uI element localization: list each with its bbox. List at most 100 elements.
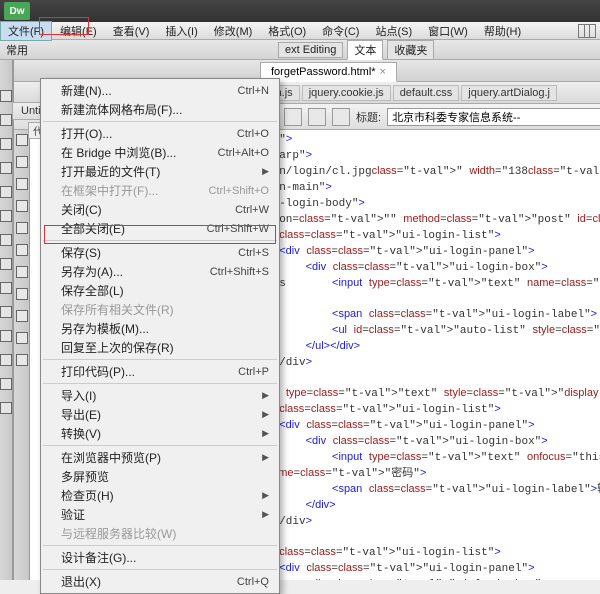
code-rail-icon[interactable] — [16, 332, 28, 344]
menu-item-label: 多屏预览 — [61, 468, 269, 485]
menu-item[interactable]: 导出(E)▶ — [41, 405, 279, 424]
close-icon[interactable]: × — [380, 66, 386, 78]
menu-item[interactable]: 打印代码(P)...Ctrl+P — [41, 362, 279, 381]
menu-item[interactable]: 设计备注(G)... — [41, 548, 279, 567]
menu-insert[interactable]: 插入(I) — [157, 21, 205, 41]
menu-modify[interactable]: 修改(M) — [206, 21, 261, 41]
code-rail-icon[interactable] — [16, 244, 28, 256]
panel-tab-1[interactable]: 文本 — [347, 40, 383, 60]
menu-item-label: 导入(I) — [61, 387, 258, 404]
doc-tab-0[interactable]: forgetPassword.html* × — [260, 62, 397, 82]
menu-item[interactable]: 新建流体网格布局(F)... — [41, 100, 279, 119]
menu-item-label: 保存(S) — [61, 244, 238, 261]
toolbar-btn[interactable] — [332, 108, 350, 126]
menu-window[interactable]: 窗口(W) — [420, 21, 476, 41]
panel-tab-2[interactable]: 收藏夹 — [387, 40, 434, 60]
menu-item-label: 在浏览器中预览(P) — [61, 449, 258, 466]
code-rail-icon[interactable] — [16, 310, 28, 322]
rail-icon[interactable] — [0, 378, 12, 390]
code-rail-icon[interactable] — [16, 200, 28, 212]
rail-icon[interactable] — [0, 186, 12, 198]
rail-icon[interactable] — [0, 282, 12, 294]
toolbar-btn[interactable] — [284, 108, 302, 126]
related-file[interactable]: jquery.artDialog.j — [461, 85, 557, 101]
code-rail-icon[interactable] — [16, 266, 28, 278]
code-rail-icon[interactable] — [16, 222, 28, 234]
layout-switch-icon[interactable] — [578, 24, 596, 38]
menu-item[interactable]: 关闭(C)Ctrl+W — [41, 200, 279, 219]
menu-item[interactable]: 退出(X)Ctrl+Q — [41, 572, 279, 591]
menu-item[interactable]: 检查页(H)▶ — [41, 486, 279, 505]
menu-command[interactable]: 命令(C) — [314, 21, 367, 41]
menu-item: 保存所有相关文件(R) — [41, 300, 279, 319]
rail-icon[interactable] — [0, 210, 12, 222]
menu-item-label: 回复至上次的保存(R) — [61, 339, 269, 356]
code-editor[interactable]: ha"> -warp"> mon/login/cl.jpgclass="t-va… — [260, 130, 600, 580]
menu-item-label: 转换(V) — [61, 425, 258, 442]
menu-item[interactable]: 打开最近的文件(T)▶ — [41, 162, 279, 181]
rail-icon[interactable] — [0, 402, 12, 414]
insert-bar-label[interactable]: 常用 — [6, 42, 28, 58]
code-rail-icon[interactable] — [16, 354, 28, 366]
menu-item[interactable]: 在浏览器中预览(P) ▶ — [41, 448, 279, 467]
submenu-arrow-icon: ▶ — [262, 390, 269, 401]
title-label: 标题: — [356, 109, 381, 125]
related-file[interactable]: jquery.cookie.js — [302, 85, 391, 101]
menu-separator — [43, 545, 277, 546]
toolbar-btn[interactable] — [308, 108, 326, 126]
menu-item[interactable]: 另存为(A)...Ctrl+Shift+S — [41, 262, 279, 281]
menu-format[interactable]: 格式(O) — [260, 21, 314, 41]
menu-help[interactable]: 帮助(H) — [476, 21, 529, 41]
menu-item[interactable]: 多屏预览 — [41, 467, 279, 486]
menu-item-shortcut: Ctrl+Shift+W — [207, 223, 269, 235]
menu-item-label: 另存为(A)... — [61, 263, 210, 280]
submenu-arrow-icon: ▶ — [262, 452, 269, 463]
menu-item[interactable]: 全部关闭(E)Ctrl+Shift+W — [41, 219, 279, 238]
menu-separator — [43, 359, 277, 360]
menu-item-label: 保存全部(L) — [61, 282, 269, 299]
rail-icon[interactable] — [0, 354, 12, 366]
rail-icon[interactable] — [0, 330, 12, 342]
rail-icon[interactable] — [0, 306, 12, 318]
menu-item-shortcut: Ctrl+Alt+O — [218, 147, 269, 159]
code-rail-icon[interactable] — [16, 156, 28, 168]
menu-file[interactable]: 文件(F) — [0, 21, 52, 41]
rail-icon[interactable] — [0, 162, 12, 174]
rail-icon[interactable] — [0, 234, 12, 246]
rail-icon[interactable] — [0, 114, 12, 126]
menu-item[interactable]: 转换(V)▶ — [41, 424, 279, 443]
menu-site[interactable]: 站点(S) — [367, 21, 420, 41]
code-rail-icon[interactable] — [16, 134, 28, 146]
menu-item[interactable]: 保存全部(L) — [41, 281, 279, 300]
menu-edit[interactable]: 编辑(E) — [52, 21, 105, 41]
menu-item[interactable]: 导入(I) ▶ — [41, 386, 279, 405]
menu-item[interactable]: 新建(N)...Ctrl+N — [41, 81, 279, 100]
menu-item[interactable]: 另存为模板(M)... — [41, 319, 279, 338]
menu-item[interactable]: 保存(S)Ctrl+S — [41, 243, 279, 262]
rail-icon[interactable] — [0, 258, 12, 270]
rail-icon[interactable] — [0, 138, 12, 150]
menu-item[interactable]: 验证▶ — [41, 505, 279, 524]
submenu-arrow-icon: ▶ — [262, 490, 269, 501]
rail-icon[interactable] — [0, 90, 12, 102]
menu-item-shortcut: Ctrl+Q — [237, 576, 269, 588]
submenu-arrow-icon: ▶ — [262, 409, 269, 420]
title-input[interactable] — [387, 108, 600, 126]
menu-item[interactable]: 回复至上次的保存(R) — [41, 338, 279, 357]
doc-tab-label: forgetPassword.html* — [271, 66, 376, 78]
related-file[interactable]: default.css — [393, 85, 460, 101]
code-rail-icon[interactable] — [16, 288, 28, 300]
menu-item-label: 在框架中打开(F)... — [61, 182, 208, 199]
menu-item: 在框架中打开(F)...Ctrl+Shift+O — [41, 181, 279, 200]
menu-item-label: 打开最近的文件(T) — [61, 163, 258, 180]
menu-item-label: 打印代码(P)... — [61, 363, 238, 380]
menu-separator — [43, 383, 277, 384]
menu-item: 与远程服务器比较(W) — [41, 524, 279, 543]
menu-item-label: 新建(N)... — [61, 82, 238, 99]
code-rail-icon[interactable] — [16, 178, 28, 190]
menu-separator — [43, 569, 277, 570]
menu-item[interactable]: 在 Bridge 中浏览(B)...Ctrl+Alt+O — [41, 143, 279, 162]
menu-item[interactable]: 打开(O)...Ctrl+O — [41, 124, 279, 143]
menu-view[interactable]: 查看(V) — [105, 21, 158, 41]
panel-tab-0[interactable]: ext Editing — [278, 42, 343, 58]
